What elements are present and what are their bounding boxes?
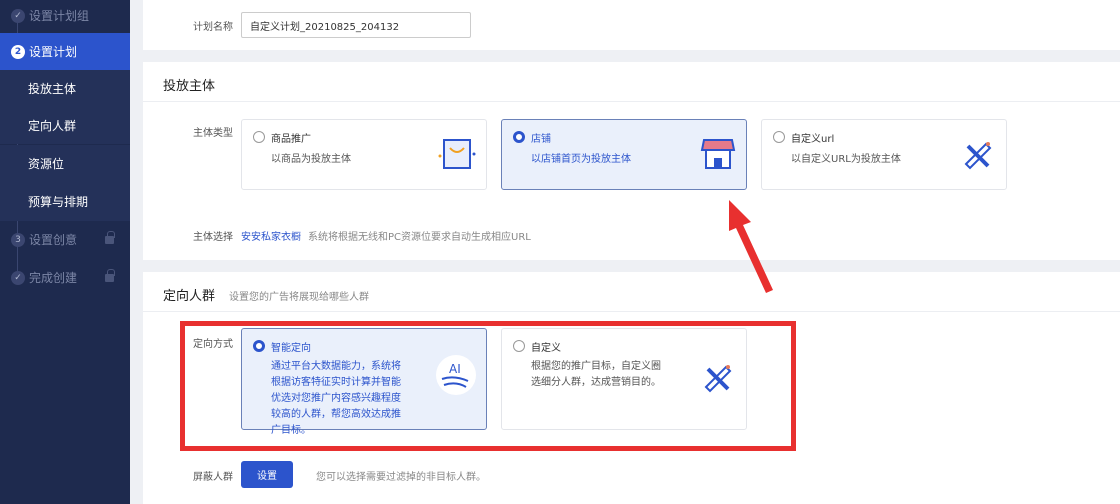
sidebar-label: 设置计划组 [29,9,90,23]
shop-link[interactable]: 安安私家衣橱 [241,228,301,243]
sidebar-label: 投放主体 [28,82,77,96]
subject-hint: 系统将根据无线和PC资源位要求自动生成相应URL [308,232,531,243]
subject-panel: 投放主体 主体类型 商品推广 以商品为投放主体 店铺 以店铺首页为投放主体 自定… [143,62,1120,260]
annotation-arrow-icon [729,200,773,293]
block-audience-hint: 您可以选择需要过滤掉的非目标人群。 [316,472,486,483]
sidebar-step-plan-group[interactable]: ✓ 设置计划组 [0,0,130,34]
step-number: 3 [11,232,25,247]
shopping-bag-icon [438,139,476,169]
sidebar: ✓ 设置计划组 2 设置计划 投放主体 定向人群 资源位 预算与排期 3 设置创意 ✓… [0,0,130,504]
sidebar-step-creative: 3 设置创意 [0,221,130,258]
sidebar-label: 定向人群 [28,119,77,133]
sidebar-label: 设置创意 [29,233,78,247]
subject-type-label: 主体类型 [193,128,233,139]
sidebar-step-finish: ✓ 完成创建 [0,259,130,296]
section-title: 投放主体 [163,79,216,94]
option-desc: 以商品为投放主体 [271,154,351,165]
radio[interactable] [773,131,785,143]
sidebar-label: 资源位 [28,157,65,171]
sidebar-step-plan[interactable]: 2 设置计划 [0,33,130,70]
option-title: 自定义url [791,134,835,145]
sidebar-item-placement[interactable]: 资源位 [0,145,130,182]
sidebar-label: 预算与排期 [28,195,89,209]
block-audience-settings-button[interactable]: 设置 [241,461,293,488]
lock-icon [105,268,115,282]
plan-name-input[interactable] [241,12,471,38]
section-subtitle: 设置您的广告将展现给哪些人群 [229,292,369,303]
store-icon [700,139,736,169]
sidebar-item-subject[interactable]: 投放主体 [0,70,130,107]
divider [143,311,1120,312]
step-number: 2 [11,44,25,59]
check-icon: ✓ [11,8,25,23]
pencil-ruler-icon [964,142,992,170]
radio-selected[interactable] [513,131,525,143]
sidebar-item-budget[interactable]: 预算与排期 [0,182,130,221]
sidebar-label: 完成创建 [29,271,78,285]
subject-option-store[interactable]: 店铺 以店铺首页为投放主体 [501,119,747,190]
divider [143,101,1120,102]
option-desc: 以自定义URL为投放主体 [791,154,901,165]
check-icon: ✓ [11,270,25,285]
option-title: 店铺 [531,134,551,145]
sidebar-label: 设置计划 [29,45,78,59]
option-desc: 以店铺首页为投放主体 [531,154,631,165]
plan-name-panel: 计划名称 [143,0,1120,50]
plan-name-label: 计划名称 [193,22,233,33]
sidebar-item-audience[interactable]: 定向人群 [0,107,130,144]
radio[interactable] [253,131,265,143]
annotation-highlight-box [180,321,796,451]
block-audience-label: 屏蔽人群 [193,472,233,483]
lock-icon [105,230,115,244]
option-title: 商品推广 [271,134,311,145]
section-title: 定向人群 [163,289,216,304]
subject-select-label: 主体选择 [193,232,233,243]
subject-option-product[interactable]: 商品推广 以商品为投放主体 [241,119,487,190]
subject-option-custom-url[interactable]: 自定义url 以自定义URL为投放主体 [761,119,1007,190]
